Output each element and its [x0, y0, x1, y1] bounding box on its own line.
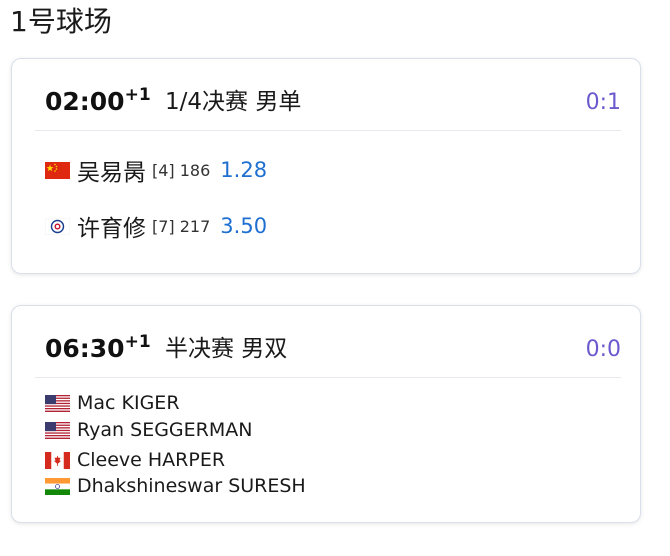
divider: [35, 377, 621, 378]
divider: [35, 130, 621, 131]
player-odds[interactable]: 1.28: [220, 158, 267, 182]
canada-flag-icon: [45, 451, 70, 469]
match-score[interactable]: 0:0: [586, 336, 621, 364]
player-row[interactable]: 许育修 [7] 217 3.50: [44, 210, 267, 242]
player-row[interactable]: Ryan SEGGERMAN: [45, 419, 252, 441]
match-card[interactable]: 06:30+1 半决赛 男双 0:0 Mac KIGER Ryan SEGGER…: [11, 305, 641, 523]
player-seed-rank: [4] 186: [152, 160, 211, 180]
court-title: 1号球场: [10, 5, 112, 38]
match-card[interactable]: 02:00+1 1/4决赛 男单 0:1 吴易昺 [4] 186 1.28 许育…: [11, 58, 641, 274]
time-value: 06:30: [45, 334, 125, 363]
match-round: 1/4决赛 男单: [165, 89, 302, 115]
match-header: 06:30+1 半决赛 男双 0:0: [45, 306, 621, 377]
player-name: Dhakshineswar SURESH: [77, 475, 306, 497]
chinese-taipei-flag-icon: [44, 217, 71, 235]
player-name: 许育修: [77, 216, 146, 242]
match-round: 半决赛 男双: [165, 336, 288, 362]
player-name: Cleeve HARPER: [77, 449, 226, 471]
usa-flag-icon: [45, 421, 70, 439]
time-value: 02:00: [45, 87, 125, 116]
player-row[interactable]: 吴易昺 [4] 186 1.28: [45, 154, 267, 186]
player-odds[interactable]: 3.50: [220, 214, 267, 238]
day-offset: +1: [124, 85, 151, 105]
player-seed-rank: [7] 217: [152, 216, 211, 236]
player-name: Mac KIGER: [77, 392, 180, 414]
match-score[interactable]: 0:1: [586, 89, 621, 117]
match-time: 02:00+1: [45, 85, 151, 120]
player-row[interactable]: Mac KIGER: [45, 392, 180, 414]
india-flag-icon: [45, 477, 70, 495]
day-offset: +1: [124, 332, 151, 352]
usa-flag-icon: [45, 394, 70, 412]
player-name: 吴易昺: [77, 160, 146, 186]
china-flag-icon: [45, 161, 70, 179]
player-row[interactable]: Cleeve HARPER: [45, 449, 225, 471]
player-name: Ryan SEGGERMAN: [77, 419, 253, 441]
match-time: 06:30+1: [45, 332, 151, 367]
match-header: 02:00+1 1/4决赛 男单 0:1: [45, 59, 621, 130]
player-row[interactable]: Dhakshineswar SURESH: [45, 475, 306, 497]
